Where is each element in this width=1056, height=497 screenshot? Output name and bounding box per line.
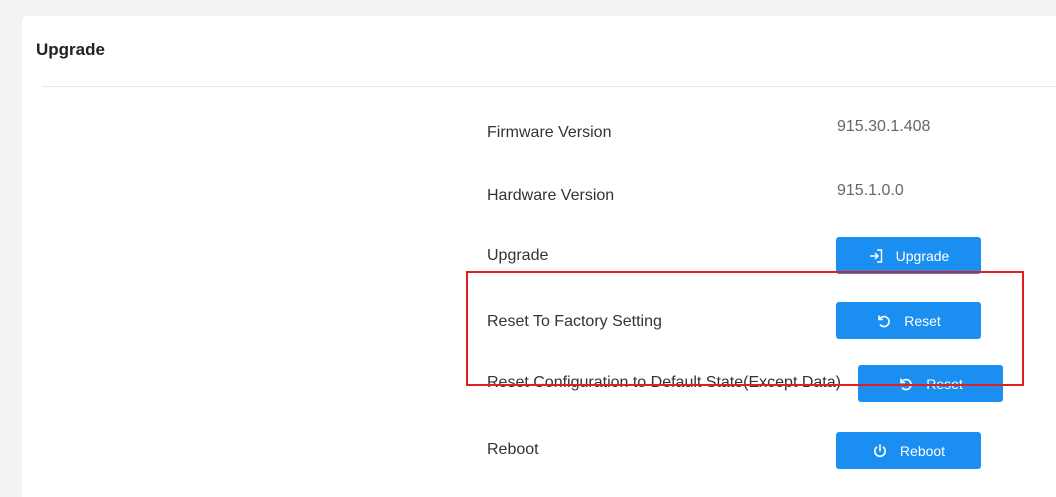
hardware-version-value: 915.1.0.0 [837, 182, 904, 199]
upgrade-button[interactable]: Upgrade [836, 237, 981, 274]
reboot-button[interactable]: Reboot [836, 432, 981, 469]
hardware-version-label: Hardware Version [487, 187, 615, 204]
title-divider [42, 86, 1056, 87]
firmware-version-label: Firmware Version [487, 124, 612, 141]
upgrade-button-label: Upgrade [895, 247, 950, 264]
upgrade-label: Upgrade [487, 247, 549, 264]
section-title: Upgrade [36, 40, 105, 59]
power-icon [873, 443, 886, 457]
upload-icon [869, 248, 882, 263]
reboot-button-label: Reboot [899, 442, 946, 459]
firmware-version-value: 915.30.1.408 [837, 118, 931, 135]
highlight-box [466, 271, 1024, 386]
reboot-label: Reboot [487, 441, 539, 458]
